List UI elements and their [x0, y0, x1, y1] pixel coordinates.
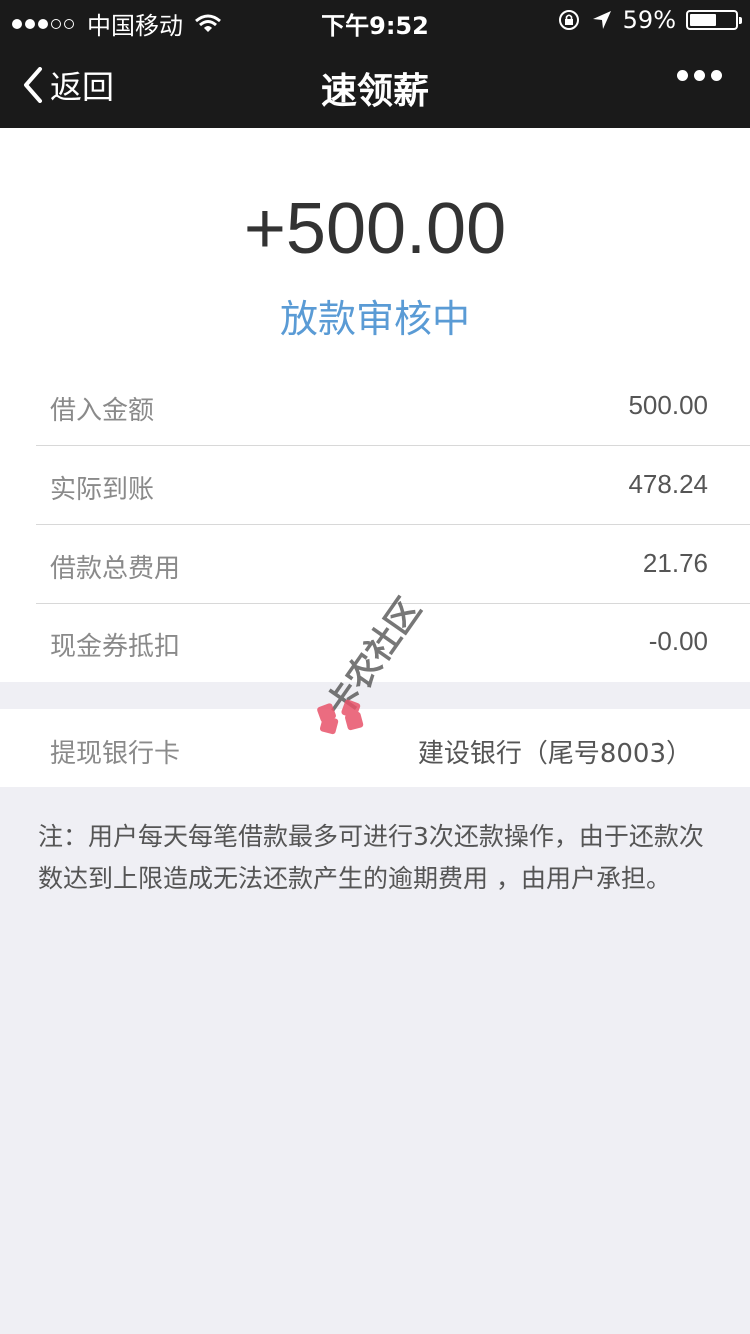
- detail-row-voucher: 现金券抵扣 -0.00: [36, 604, 750, 682]
- battery-percent: 59%: [622, 6, 676, 34]
- detail-label: 借入金额: [50, 396, 155, 426]
- detail-value: 500.00: [628, 390, 708, 420]
- detail-value: 478.24: [628, 469, 708, 499]
- location-arrow-icon: [592, 11, 611, 29]
- detail-label: 实际到账: [50, 475, 155, 505]
- top-bar: 中国移动 下午9:52 59% 返回 速领薪: [0, 0, 750, 128]
- status-right: 59%: [547, 6, 742, 34]
- page-title: 速领薪: [320, 71, 429, 112]
- loan-details-list: 借入金额 500.00 实际到账 478.24 借款总费用 21.76 现金券抵…: [0, 368, 750, 682]
- navigation-bar: 返回 速领薪: [0, 40, 750, 128]
- orientation-lock-icon: [558, 10, 579, 30]
- detail-value: 21.76: [642, 548, 708, 578]
- amount-header: +500.00 放款审核中: [0, 128, 750, 368]
- detail-row-borrowed: 借入金额 500.00: [36, 368, 750, 446]
- detail-value: -0.00: [648, 626, 708, 656]
- status-bar: 中国移动 下午9:52 59%: [0, 0, 750, 40]
- detail-row-total-fee: 借款总费用 21.76: [36, 526, 750, 604]
- loan-amount: +500.00: [243, 189, 507, 269]
- bank-card-value: 建设银行（尾号8003）: [417, 739, 692, 769]
- repayment-note: 注：用户每天每笔借款最多可进行3次还款操作，由于还款次数达到上限造成无法还款产生…: [38, 822, 704, 893]
- detail-label: 现金券抵扣: [50, 632, 181, 662]
- bank-card-label: 提现银行卡: [50, 739, 181, 769]
- loan-status: 放款审核中: [279, 297, 470, 341]
- bank-card-row[interactable]: 提现银行卡 建设银行（尾号8003）: [0, 709, 750, 787]
- detail-label: 借款总费用: [50, 554, 181, 584]
- battery-icon: [686, 10, 742, 30]
- detail-row-received: 实际到账 478.24: [36, 447, 750, 525]
- more-dots-icon[interactable]: [671, 70, 722, 81]
